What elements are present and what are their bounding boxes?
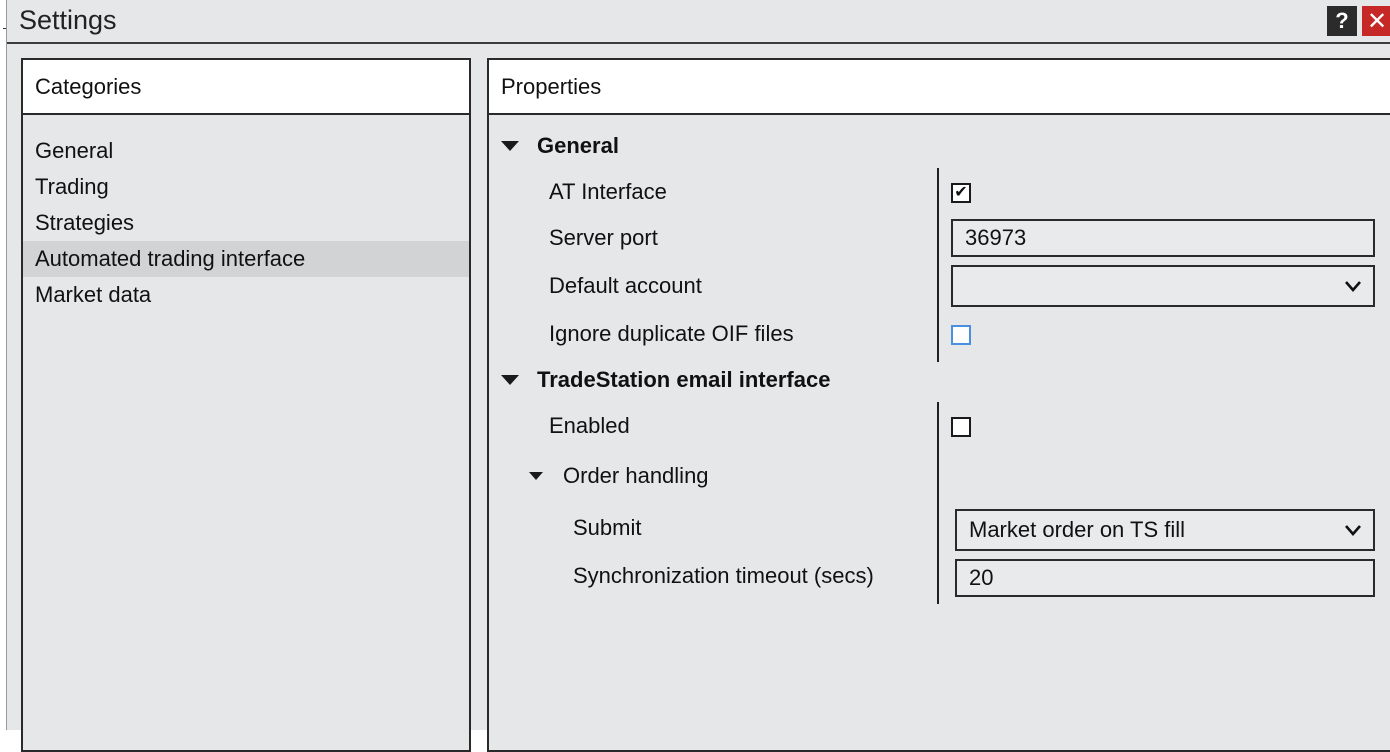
category-item-strategies[interactable]: Strategies	[23, 205, 469, 241]
column-divider	[937, 402, 939, 604]
chevron-down-icon	[1345, 525, 1361, 536]
title-bar: Settings ? ✕	[7, 0, 1390, 44]
submit-value: Market order on TS fill	[969, 517, 1186, 542]
enabled-checkbox[interactable]	[951, 417, 971, 437]
close-icon: ✕	[1366, 7, 1388, 35]
settings-window: Settings ? ✕ Categories General Trading …	[6, 0, 1390, 752]
default-account-select[interactable]	[951, 265, 1375, 307]
sync-timeout-label: Synchronization timeout (secs)	[573, 563, 874, 588]
chevron-down-icon	[1345, 281, 1361, 292]
close-button[interactable]: ✕	[1362, 6, 1390, 36]
submit-label: Submit	[573, 515, 642, 540]
collapse-triangle-icon	[529, 472, 543, 480]
server-port-label: Server port	[549, 225, 658, 250]
group-tradestation[interactable]: TradeStation email interface	[501, 367, 830, 393]
at-interface-label: AT Interface	[549, 179, 667, 204]
group-order-handling-title: Order handling	[563, 463, 709, 488]
collapse-triangle-icon	[501, 141, 519, 151]
group-tradestation-title: TradeStation email interface	[537, 367, 831, 392]
category-item-market-data[interactable]: Market data	[23, 277, 469, 313]
properties-header: Properties	[489, 60, 1390, 115]
group-general[interactable]: General	[501, 133, 619, 159]
checkmark-icon: ✔	[954, 184, 968, 201]
category-item-automated-trading-interface[interactable]: Automated trading interface	[23, 241, 469, 277]
group-general-title: General	[537, 133, 619, 158]
column-divider	[937, 168, 939, 362]
ignore-duplicate-label: Ignore duplicate OIF files	[549, 321, 794, 346]
window-title: Settings	[19, 5, 117, 35]
enabled-label: Enabled	[549, 413, 630, 438]
categories-list: General Trading Strategies Automated tra…	[23, 115, 469, 313]
help-icon: ?	[1335, 8, 1349, 33]
categories-panel: Categories General Trading Strategies Au…	[21, 58, 471, 752]
at-interface-checkbox[interactable]: ✔	[951, 183, 971, 203]
group-order-handling[interactable]: Order handling	[529, 463, 709, 489]
submit-select[interactable]: Market order on TS fill	[955, 509, 1375, 551]
default-account-label: Default account	[549, 273, 702, 298]
sync-timeout-input[interactable]: 20	[955, 559, 1375, 597]
properties-panel: Properties General AT Interface ✔ Server…	[487, 58, 1390, 752]
ignore-duplicate-checkbox[interactable]	[951, 325, 971, 345]
category-item-general[interactable]: General	[23, 133, 469, 169]
category-item-trading[interactable]: Trading	[23, 169, 469, 205]
categories-header: Categories	[23, 60, 469, 115]
server-port-input[interactable]: 36973	[951, 219, 1375, 257]
help-button[interactable]: ?	[1327, 6, 1357, 36]
collapse-triangle-icon	[501, 375, 519, 385]
